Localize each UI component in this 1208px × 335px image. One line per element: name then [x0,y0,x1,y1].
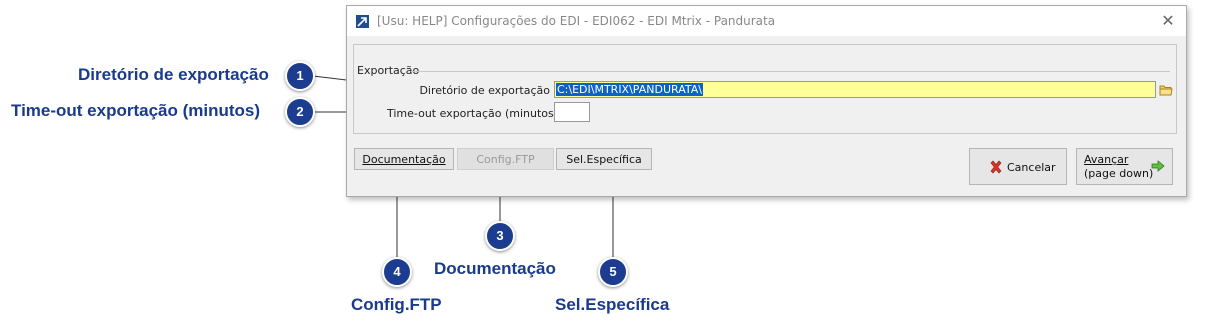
window-title: [Usu: HELP] Configurações do EDI - EDI06… [377,14,776,28]
title-bar: [Usu: HELP] Configurações do EDI - EDI06… [347,6,1186,36]
cancelar-label: Cancelar [1007,161,1056,174]
config-ftp-label: Config.FTP [476,152,535,166]
timeout-input[interactable] [554,102,590,122]
cancelar-button[interactable]: Cancelar [969,148,1067,185]
avancar-button[interactable]: Avançar (page down) [1076,148,1173,185]
avancar-label: Avançar [1084,153,1129,166]
config-ftp-button[interactable]: Config.FTP [457,148,554,170]
close-icon[interactable]: ✕ [1156,10,1180,32]
sel-especifica-label: Sel.Específica [566,152,642,166]
documentacao-label: Documentação [362,152,446,166]
annotation-label-5: Sel.Específica [555,295,670,314]
documentacao-button[interactable]: Documentação [354,148,454,170]
dir-label: Diretório de exportação [419,84,550,97]
annotation-badge-5: 5 [598,257,628,287]
green-arrow-right-icon [1151,160,1165,175]
app-logo-icon [356,15,369,28]
sel-especifica-button[interactable]: Sel.Específica [556,148,652,170]
group-divider [411,71,1170,72]
annotation-badge-3: 3 [485,221,515,251]
annotation-label-2: Time-out exportação (minutos) [11,101,261,120]
dir-value: C:\EDI\MTRIX\PANDURATA\ [556,83,703,96]
annotation-label-4: Config.FTP [351,295,442,314]
timeout-label: Time-out exportação (minutos) [387,107,559,120]
red-x-icon [989,160,1003,177]
annotation-badge-2: 2 [285,97,315,127]
annotation-label-1: Diretório de exportação [78,65,269,84]
avancar-sub-label: (page down) [1084,167,1154,180]
config-dialog: [Usu: HELP] Configurações do EDI - EDI06… [346,5,1187,197]
annotation-badge-4: 4 [382,257,412,287]
group-label: Exportação [357,64,420,77]
annotation-label-3: Documentação [434,259,556,278]
dir-input[interactable]: C:\EDI\MTRIX\PANDURATA\ [554,81,1156,98]
folder-icon[interactable] [1159,83,1173,96]
annotation-badge-1: 1 [285,61,315,91]
